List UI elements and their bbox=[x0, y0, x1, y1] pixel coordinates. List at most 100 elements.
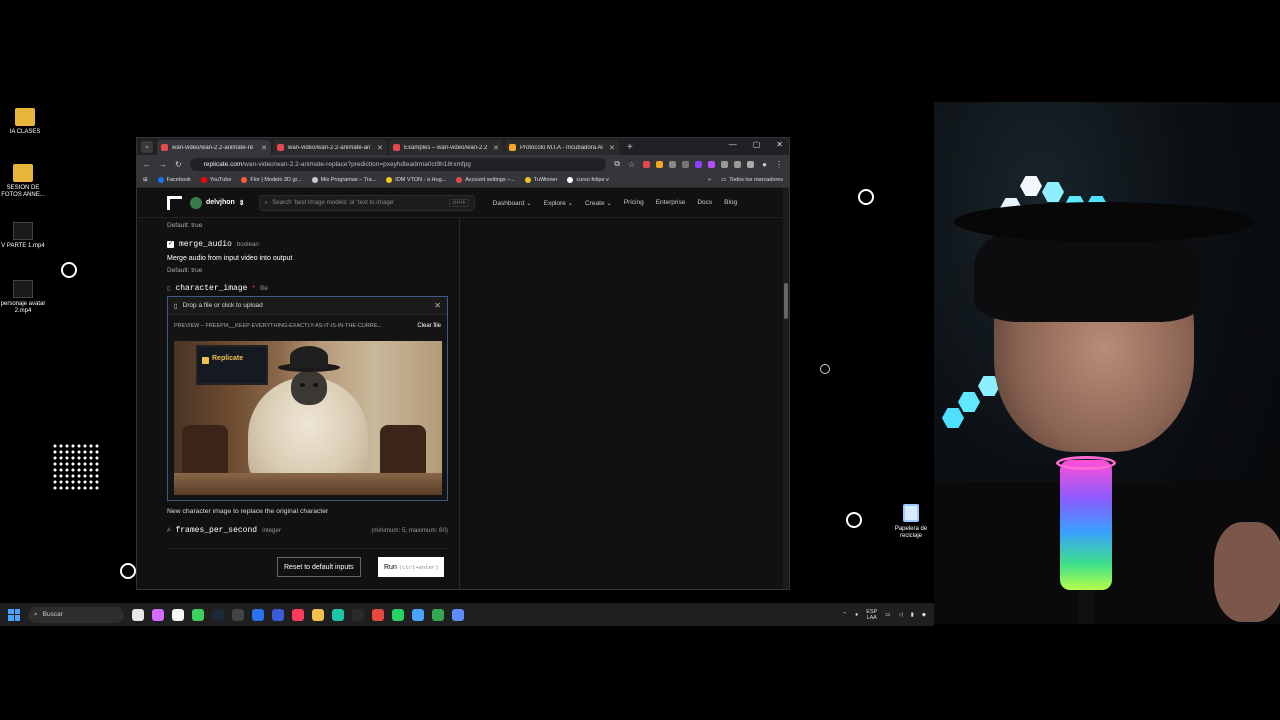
page-scrollbar[interactable] bbox=[783, 188, 789, 589]
browser-menu-icon[interactable]: ⋮ bbox=[775, 160, 783, 169]
tab-protocolo-mia[interactable]: Protocolo M.I.A - Incubadora Al ✕ bbox=[505, 140, 619, 155]
close-tab-icon[interactable]: ✕ bbox=[377, 144, 383, 152]
bookmark-account-settings[interactable]: Account settings –... bbox=[456, 177, 515, 183]
tab-title: wan-video/wan-2.2-animate-an bbox=[288, 144, 371, 151]
extension-icon[interactable] bbox=[708, 160, 716, 168]
merge-audio-default: Default: true bbox=[167, 267, 202, 274]
microphone-icon[interactable]: ● bbox=[855, 612, 858, 618]
bookmark-mis-programas[interactable]: Mis Programas – Tra... bbox=[311, 177, 376, 183]
bookmark-star-icon[interactable]: ☆ bbox=[628, 160, 635, 169]
tab-search-icon[interactable]: ⌄ bbox=[141, 141, 153, 153]
nav-create[interactable]: Create ⌄ bbox=[585, 199, 612, 207]
scrollbar-thumb[interactable] bbox=[784, 283, 788, 319]
language-indicator[interactable]: ESP LAA bbox=[866, 609, 877, 621]
more-bookmarks-icon[interactable]: » bbox=[708, 177, 711, 183]
minimize-icon[interactable]: — bbox=[729, 140, 737, 149]
upload-file-icon: ▯ bbox=[174, 302, 178, 310]
extension-icon[interactable] bbox=[734, 160, 742, 168]
desktop-icon-sesion-fotos[interactable]: SESION DE FOTOS ANNE... bbox=[0, 164, 48, 199]
run-button[interactable]: Run (ctrl+enter) bbox=[378, 557, 445, 577]
tab-wan-animate-animation[interactable]: wan-video/wan-2.2-animate-an ✕ bbox=[273, 140, 387, 155]
chrome-icon[interactable] bbox=[372, 608, 384, 621]
hex-light bbox=[942, 408, 964, 428]
nav-enterprise[interactable]: Enterprise bbox=[656, 199, 686, 207]
bookmark-curso-felipe[interactable]: curso felipe v bbox=[567, 177, 609, 183]
puzzle-icon[interactable] bbox=[747, 160, 755, 168]
back-icon[interactable]: ← bbox=[143, 160, 151, 169]
chevron-up-icon[interactable]: ⌃ bbox=[842, 612, 847, 618]
field-range: (minimum: 5, maximum: 60) bbox=[371, 527, 448, 534]
steam-icon[interactable] bbox=[212, 608, 224, 621]
close-window-icon[interactable]: ✕ bbox=[776, 140, 783, 149]
taskbar-search[interactable]: ⌕ Buscar bbox=[28, 606, 124, 623]
forward-icon[interactable]: → bbox=[159, 160, 167, 169]
extension-icon[interactable] bbox=[656, 160, 664, 168]
reload-icon[interactable]: ↻ bbox=[175, 160, 182, 169]
app-icon[interactable] bbox=[352, 608, 364, 621]
extension-icon[interactable] bbox=[695, 160, 703, 168]
tab-examples[interactable]: Examples – wan-video/wan-2.2 ✕ bbox=[389, 140, 503, 155]
table bbox=[174, 473, 442, 495]
recycle-bin-icon bbox=[903, 504, 919, 522]
volume-icon[interactable]: ◁ bbox=[899, 612, 903, 618]
url-field[interactable]: replicate.com/wan-video/wan-2.2-animate-… bbox=[189, 157, 607, 171]
merge-audio-checkbox[interactable]: ✓ bbox=[167, 241, 174, 248]
epic-games-icon[interactable] bbox=[232, 608, 244, 621]
windows-start-icon[interactable] bbox=[8, 608, 20, 621]
chrome-profile-icon[interactable] bbox=[432, 608, 444, 621]
close-tab-icon[interactable]: ✕ bbox=[493, 144, 499, 152]
whatsapp-icon[interactable] bbox=[392, 608, 404, 621]
profile-avatar-icon[interactable]: ● bbox=[762, 160, 767, 169]
extension-icon[interactable] bbox=[669, 160, 677, 168]
bookmark-flor[interactable]: Flor | Modelo 3D gr... bbox=[241, 177, 302, 183]
apps-grid-icon[interactable]: ⊞ bbox=[143, 177, 148, 183]
bookmark-facebook[interactable]: Facebook bbox=[157, 177, 191, 183]
facebook-icon bbox=[157, 177, 164, 183]
hand bbox=[1214, 522, 1280, 622]
nav-dashboard[interactable]: Dashboard ⌄ bbox=[493, 199, 532, 207]
file-explorer-icon[interactable] bbox=[312, 608, 324, 621]
network-icon[interactable]: ▭ bbox=[885, 612, 890, 618]
extension-icon[interactable] bbox=[721, 160, 729, 168]
extension-icon[interactable] bbox=[682, 160, 690, 168]
nav-blog[interactable]: Blog bbox=[724, 199, 737, 207]
site-search-input[interactable]: ⌕ Search 'best image models' or 'text to… bbox=[258, 194, 475, 211]
reset-defaults-button[interactable]: Reset to default inputs bbox=[277, 557, 361, 577]
extension-icon[interactable] bbox=[643, 160, 651, 168]
translate-icon[interactable]: ⧉ bbox=[614, 159, 620, 169]
bookmark-idm-vton[interactable]: IDM VTON - a Hug... bbox=[386, 177, 446, 183]
chrome-profile-icon[interactable] bbox=[412, 608, 424, 621]
clear-file-button[interactable]: Clear file bbox=[417, 323, 441, 329]
maximize-icon[interactable]: ▢ bbox=[753, 140, 761, 149]
notification-bell-icon[interactable]: ◆ bbox=[922, 612, 926, 618]
bookmark-youtube[interactable]: YouTube bbox=[200, 177, 231, 183]
chrome-profile-icon[interactable] bbox=[452, 608, 464, 621]
app-icon[interactable] bbox=[252, 608, 264, 621]
all-bookmarks[interactable]: ▭ Todos los marcadores bbox=[721, 177, 783, 183]
capcut-icon[interactable] bbox=[292, 608, 304, 621]
store-icon[interactable] bbox=[172, 608, 184, 621]
tab-wan-animate-replace[interactable]: wan-video/wan-2.2-animate-re ✕ bbox=[157, 140, 271, 155]
replicate-logo-icon[interactable] bbox=[167, 195, 182, 210]
nav-docs[interactable]: Docs bbox=[697, 199, 712, 207]
close-tab-icon[interactable]: ✕ bbox=[609, 144, 615, 152]
media-player-icon[interactable] bbox=[192, 608, 204, 621]
account-switcher[interactable]: delvjhon ⇕ bbox=[190, 196, 245, 209]
nav-pricing[interactable]: Pricing bbox=[624, 199, 644, 207]
close-tab-icon[interactable]: ✕ bbox=[261, 144, 267, 152]
new-tab-icon[interactable]: + bbox=[627, 142, 633, 153]
recycle-bin[interactable]: Papelera de reciclaje bbox=[893, 504, 929, 540]
desktop-icon-video-1[interactable]: V PARTE 1.mp4 bbox=[0, 222, 48, 250]
desktop-icon-ia-clases[interactable]: IA CLASES bbox=[0, 108, 50, 136]
tv-logo-text: Replicate bbox=[212, 355, 244, 362]
app-icon[interactable] bbox=[272, 608, 284, 621]
close-icon[interactable]: ✕ bbox=[434, 301, 441, 310]
desktop-icon-video-2[interactable]: personaje avatar 2.mp4 bbox=[0, 280, 48, 315]
nav-explore[interactable]: Explore ⌄ bbox=[544, 199, 573, 207]
file-dropzone[interactable]: ▯ Drop a file or click to upload ✕ bbox=[168, 297, 447, 315]
bookmark-tuwinner[interactable]: TuWinner bbox=[524, 177, 557, 183]
task-view-icon[interactable] bbox=[132, 608, 144, 621]
copilot-icon[interactable] bbox=[152, 608, 164, 621]
battery-icon[interactable]: ▮ bbox=[911, 612, 914, 618]
edge-icon[interactable] bbox=[332, 608, 344, 621]
